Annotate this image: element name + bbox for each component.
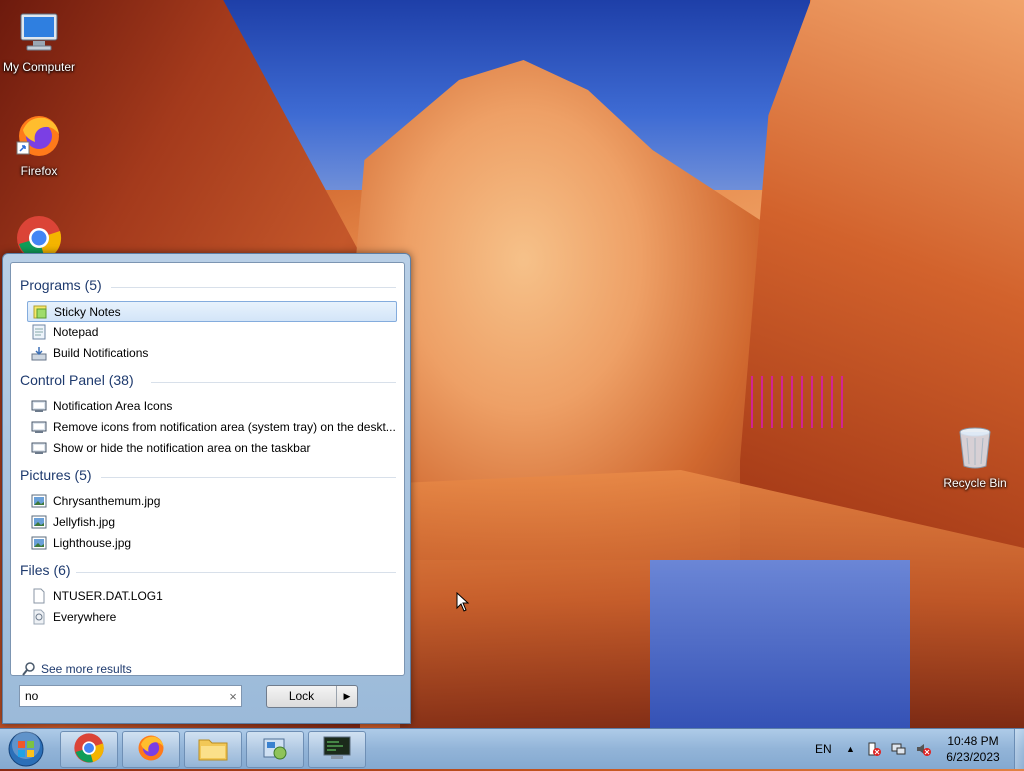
divider — [76, 572, 396, 573]
see-more-label: See more results — [41, 662, 132, 676]
file-explorer-icon — [197, 734, 229, 765]
build-notifications-icon — [31, 345, 47, 361]
control-panel-icon — [31, 440, 47, 456]
result-notification-area-icons[interactable]: Notification Area Icons — [27, 396, 397, 416]
computer-icon — [15, 8, 63, 56]
image-file-icon — [31, 535, 47, 551]
show-desktop-button[interactable] — [1014, 729, 1024, 769]
group-title-files: Files (6) — [20, 562, 71, 578]
image-file-icon — [31, 493, 47, 509]
result-ntuser-log[interactable]: NTUSER.DAT.LOG1 — [27, 586, 397, 606]
result-label: Chrysanthemum.jpg — [53, 494, 161, 508]
desktop-icon-label: Firefox — [20, 164, 58, 178]
language-indicator[interactable]: EN — [815, 729, 832, 769]
result-label: Lighthouse.jpg — [53, 536, 132, 550]
taskbar-firefox[interactable] — [122, 731, 180, 768]
clock-time: 10:48 PM — [947, 734, 999, 748]
artifact-stripes — [751, 376, 843, 428]
search-everywhere-icon — [31, 609, 47, 625]
lock-button-group: Lock ▶ — [266, 685, 358, 708]
control-panel-icon — [260, 733, 290, 766]
result-lighthouse[interactable]: Lighthouse.jpg — [27, 533, 397, 553]
shutdown-options-arrow-icon[interactable]: ▶ — [337, 686, 357, 707]
result-label: Sticky Notes — [54, 304, 121, 319]
group-title-programs: Programs (5) — [20, 277, 102, 293]
desktop-icon-label: Recycle Bin — [943, 476, 1007, 490]
result-label: Remove icons from notification area (sys… — [53, 420, 396, 434]
taskbar-terminal[interactable] — [308, 731, 366, 768]
group-title-pictures: Pictures (5) — [20, 467, 92, 483]
terminal-icon — [322, 735, 352, 764]
volume-icon[interactable] — [915, 729, 931, 769]
control-panel-icon — [31, 419, 47, 435]
wallpaper-sky-reflection — [650, 560, 910, 730]
desktop-icon-recycle-bin[interactable]: Recycle Bin — [930, 424, 1020, 490]
sticky-notes-icon — [32, 304, 48, 320]
lock-button[interactable]: Lock — [267, 686, 337, 707]
result-remove-icons-notification-area[interactable]: Remove icons from notification area (sys… — [27, 417, 397, 437]
network-icon[interactable] — [891, 729, 907, 769]
desktop-icon-firefox[interactable]: Firefox — [0, 112, 84, 178]
result-chrysanthemum[interactable]: Chrysanthemum.jpg — [27, 491, 397, 511]
start-menu: Programs (5) Sticky Notes Notepad Build … — [2, 253, 411, 724]
chrome-icon — [73, 732, 105, 767]
file-icon — [31, 588, 47, 604]
mouse-cursor-icon — [456, 591, 470, 615]
divider — [101, 477, 396, 478]
group-title-control-panel: Control Panel (38) — [20, 372, 134, 388]
taskbar-chrome[interactable] — [60, 731, 118, 768]
divider — [151, 382, 396, 383]
result-label: NTUSER.DAT.LOG1 — [53, 589, 163, 603]
firefox-icon — [136, 733, 166, 766]
taskbar: EN ▲ 10:48 PM 6/23/2023 — [0, 728, 1024, 769]
result-jellyfish[interactable]: Jellyfish.jpg — [27, 512, 397, 532]
see-more-results[interactable]: See more results — [21, 661, 132, 677]
control-panel-icon — [31, 398, 47, 414]
start-button[interactable] — [4, 730, 48, 768]
show-hidden-icons-arrow-icon[interactable]: ▲ — [846, 729, 855, 769]
firefox-icon — [15, 112, 63, 160]
search-input[interactable] — [20, 687, 225, 705]
result-notepad[interactable]: Notepad — [27, 322, 397, 342]
taskbar-file-explorer[interactable] — [184, 731, 242, 768]
taskbar-control-panel[interactable] — [246, 731, 304, 768]
result-sticky-notes[interactable]: Sticky Notes — [27, 301, 397, 322]
result-label: Jellyfish.jpg — [53, 515, 116, 529]
system-clock[interactable]: 10:48 PM 6/23/2023 — [936, 733, 1010, 765]
image-file-icon — [31, 514, 47, 530]
desktop-icon-label: My Computer — [2, 60, 76, 74]
result-label: Show or hide the notification area on th… — [53, 441, 311, 455]
result-everywhere[interactable]: Everywhere — [27, 607, 397, 627]
start-search-field[interactable]: × — [19, 685, 242, 707]
result-show-hide-notification-area[interactable]: Show or hide the notification area on th… — [27, 438, 397, 458]
action-center-icon[interactable] — [866, 729, 882, 769]
recycle-bin-icon — [951, 424, 999, 472]
clear-search-icon[interactable]: × — [225, 689, 241, 704]
divider — [111, 287, 396, 288]
desktop-icon-my-computer[interactable]: My Computer — [0, 8, 84, 74]
result-label: Notification Area Icons — [53, 399, 173, 413]
notepad-icon — [31, 324, 47, 340]
result-label: Everywhere — [53, 610, 117, 624]
result-build-notifications[interactable]: Build Notifications — [27, 343, 397, 363]
clock-date: 6/23/2023 — [946, 750, 1000, 764]
search-results-panel: Programs (5) Sticky Notes Notepad Build … — [10, 262, 405, 676]
result-label: Build Notifications — [53, 346, 149, 360]
search-icon — [21, 661, 37, 677]
result-label: Notepad — [53, 325, 99, 339]
